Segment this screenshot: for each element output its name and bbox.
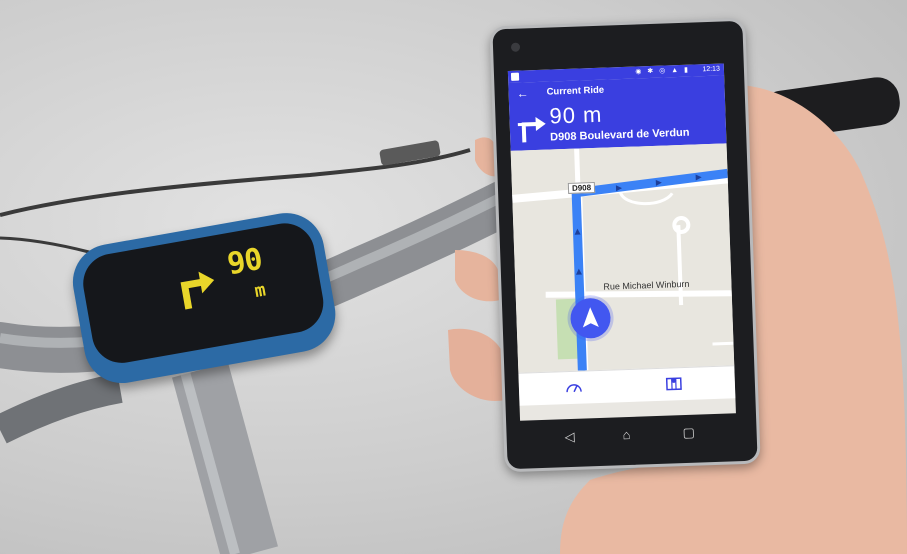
page-title: Current Ride bbox=[546, 84, 605, 98]
navigation-arrow-icon bbox=[582, 307, 599, 328]
phone-screen: ◉ ✱ ◎ ▲ ▮ 12:13 ← Current Ride 90 m D908… bbox=[507, 63, 736, 421]
home-key[interactable]: ⌂ bbox=[622, 427, 630, 442]
map-icon[interactable] bbox=[665, 374, 684, 393]
speedometer-icon[interactable] bbox=[565, 380, 583, 395]
next-turn-distance: 90 m bbox=[549, 101, 603, 129]
map-view[interactable]: D908 Rue Michael Winburn bbox=[510, 143, 735, 373]
turn-right-arrow-icon bbox=[517, 117, 546, 143]
device-distance-unit: m bbox=[252, 279, 268, 303]
smartphone: ◉ ✱ ◎ ▲ ▮ 12:13 ← Current Ride 90 m D908… bbox=[489, 17, 761, 473]
turn-right-arrow-icon bbox=[180, 271, 215, 310]
app-notification-icon bbox=[510, 72, 520, 81]
back-key[interactable]: ◁ bbox=[564, 429, 575, 445]
road-label: D908 bbox=[567, 182, 596, 194]
device-distance-value: 90 bbox=[224, 241, 265, 283]
photo-scene: 90 m ◉ ✱ ◎ ▲ ▮ 12:13 ← Current Ride 90 m… bbox=[0, 0, 907, 554]
map-canvas bbox=[510, 143, 735, 373]
status-clock: 12:13 bbox=[702, 65, 721, 74]
front-camera bbox=[510, 42, 521, 52]
navigation-header: ← Current Ride 90 m D908 Boulevard de Ve… bbox=[508, 75, 727, 151]
next-street-name: D908 Boulevard de Verdun bbox=[549, 126, 690, 144]
recents-key[interactable]: ▢ bbox=[682, 425, 695, 441]
bottom-toolbar bbox=[518, 365, 736, 406]
android-navigation-bar: ◁ ⌂ ▢ bbox=[520, 419, 737, 455]
back-arrow-icon[interactable]: ← bbox=[516, 86, 528, 100]
current-location-button[interactable] bbox=[569, 297, 612, 339]
